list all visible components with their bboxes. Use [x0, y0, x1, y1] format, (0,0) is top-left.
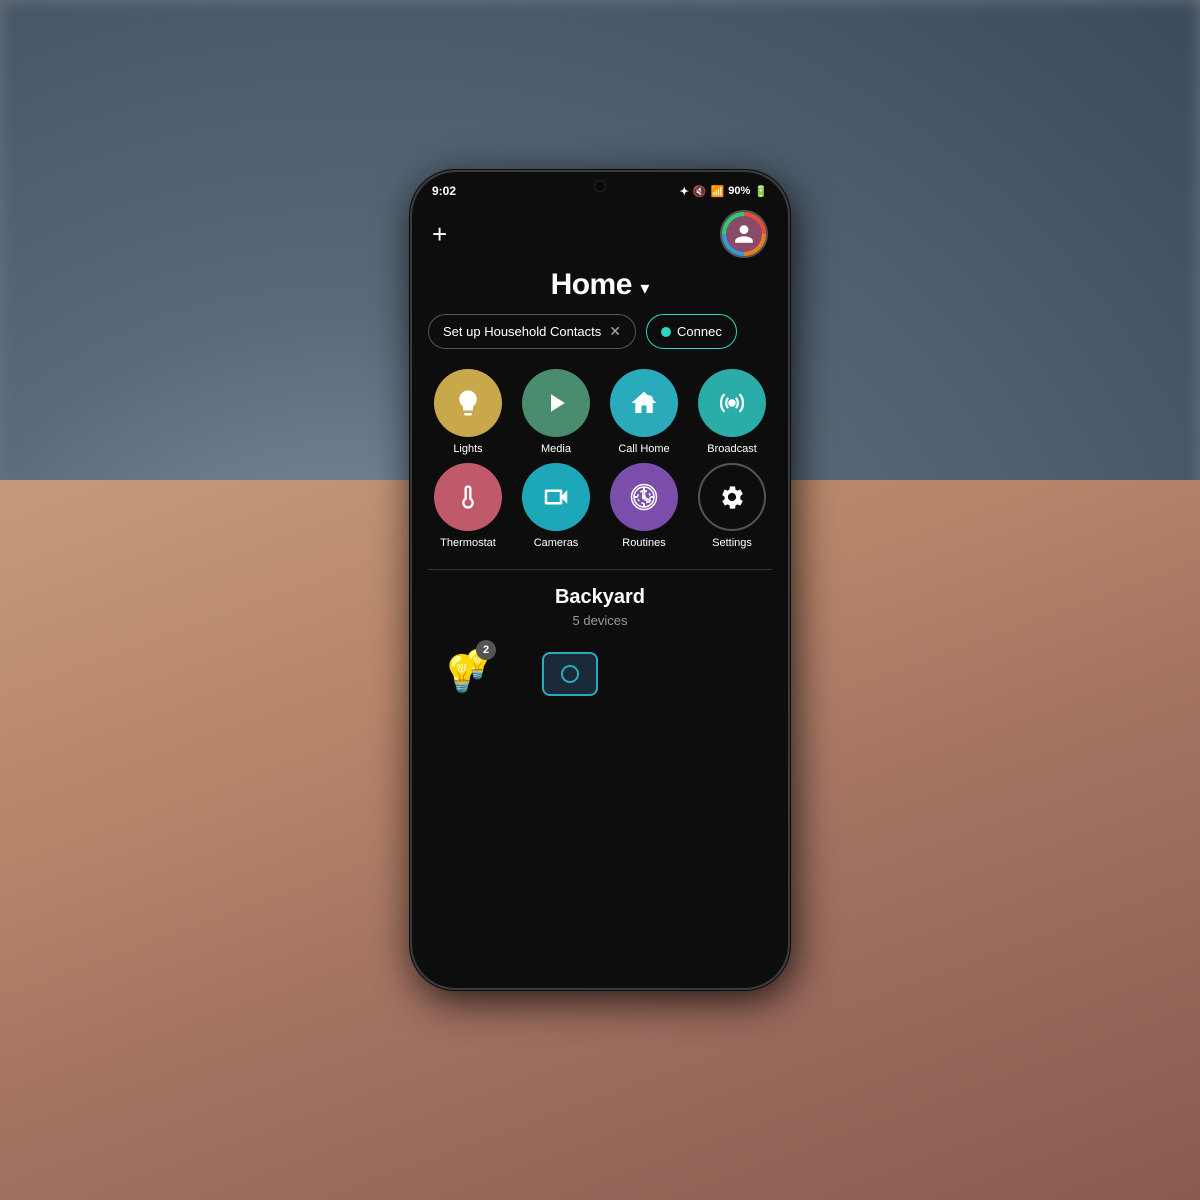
media-label: Media [541, 443, 571, 455]
lights-item[interactable]: Lights [428, 369, 508, 455]
filter-chips-row: Set up Household Contacts ✕ Connec [412, 314, 788, 365]
section-divider [428, 569, 772, 570]
media-circle [522, 369, 590, 437]
routines-circle [610, 463, 678, 531]
close-chip-icon[interactable]: ✕ [609, 323, 621, 340]
callhome-label: Call Home [618, 443, 669, 455]
wifi-icon: 📶 [711, 185, 725, 198]
mute-icon: 🔇 [693, 185, 707, 198]
settings-circle [698, 463, 766, 531]
settings-label: Settings [712, 537, 752, 549]
backyard-section: Backyard 5 devices 💡 💡 2 [412, 586, 788, 704]
battery-text: 90% [728, 185, 750, 197]
bulb-icon-wrap: 💡 💡 2 [432, 644, 492, 704]
broadcast-circle [698, 369, 766, 437]
media-item[interactable]: Media [516, 369, 596, 455]
routines-item[interactable]: Routines [604, 463, 684, 549]
battery-icon: 🔋 [754, 185, 768, 198]
cameras-item[interactable]: Cameras [516, 463, 596, 549]
callhome-item[interactable]: Call Home [604, 369, 684, 455]
broadcast-item[interactable]: Broadcast [692, 369, 772, 455]
connected-chip-label: Connec [677, 324, 722, 339]
home-title-section[interactable]: Home ▾ [412, 262, 788, 314]
main-icons-grid: Lights Media Call Home [412, 365, 788, 565]
callhome-circle [610, 369, 678, 437]
bulb-device[interactable]: 💡 💡 2 [432, 644, 492, 704]
bluetooth-icon: ✦ [680, 185, 689, 198]
cameras-label: Cameras [534, 537, 579, 549]
cameras-circle [522, 463, 590, 531]
phone-wrapper: 9:02 ✦ 🔇 📶 90% 🔋 + [410, 170, 790, 990]
bulb-badge: 2 [476, 640, 496, 660]
connected-chip[interactable]: Connec [646, 314, 737, 349]
thermostat-item[interactable]: Thermostat [428, 463, 508, 549]
backyard-subtitle: 5 devices [428, 613, 772, 628]
top-controls: + [412, 202, 788, 262]
thermostat-circle [434, 463, 502, 531]
thermostat-label: Thermostat [440, 537, 496, 549]
household-chip-label: Set up Household Contacts [443, 324, 601, 339]
backyard-title: Backyard [428, 586, 772, 609]
devices-row: 💡 💡 2 [428, 644, 772, 704]
add-button[interactable]: + [432, 221, 447, 247]
phone-screen: 9:02 ✦ 🔇 📶 90% 🔋 + [412, 172, 788, 988]
broadcast-label: Broadcast [707, 443, 757, 455]
camera-notch [594, 180, 606, 192]
lights-circle [434, 369, 502, 437]
avatar-inner [726, 216, 762, 252]
camera-box-icon [542, 652, 598, 696]
status-time: 9:02 [432, 184, 456, 198]
status-right-icons: ✦ 🔇 📶 90% 🔋 [680, 185, 768, 198]
connected-dot-icon [661, 327, 671, 337]
phone-body: 9:02 ✦ 🔇 📶 90% 🔋 + [410, 170, 790, 990]
dropdown-arrow-icon: ▾ [640, 278, 649, 298]
home-title-text: Home [551, 268, 632, 301]
routines-label: Routines [622, 537, 665, 549]
lights-label: Lights [453, 443, 482, 455]
camera-lens-icon [561, 665, 579, 683]
household-contacts-chip[interactable]: Set up Household Contacts ✕ [428, 314, 636, 349]
settings-item[interactable]: Settings [692, 463, 772, 549]
camera-icon-wrap [540, 644, 600, 704]
avatar[interactable] [720, 210, 768, 258]
camera-device[interactable] [540, 644, 600, 704]
